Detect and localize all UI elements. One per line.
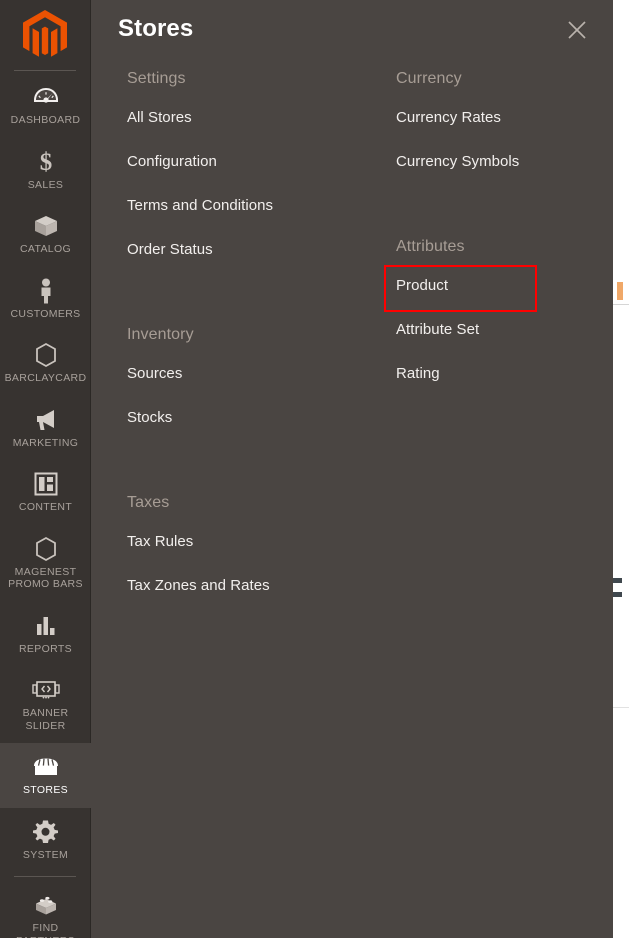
menu-group-title: Settings bbox=[127, 70, 186, 87]
menu-column-right: Currency Currency Rates Currency Symbols… bbox=[384, 62, 597, 396]
sidebar-item-label: SYSTEM bbox=[22, 848, 69, 861]
dollar-icon: $ bbox=[35, 149, 57, 175]
menu-link-stocks[interactable]: Stocks bbox=[118, 396, 368, 440]
sidebar-item-sales[interactable]: $ SALES bbox=[0, 138, 91, 203]
sidebar-item-system[interactable]: SYSTEM bbox=[0, 808, 91, 873]
menu-link-tax-zones-and-rates[interactable]: Tax Zones and Rates bbox=[118, 564, 368, 608]
menu-group-title: Currency bbox=[396, 70, 462, 87]
panel-header: Stores bbox=[91, 0, 613, 62]
hexagon-icon bbox=[34, 536, 58, 562]
person-icon bbox=[36, 278, 56, 304]
menu-link-sources[interactable]: Sources bbox=[118, 352, 368, 396]
sidebar-item-label: CATALOG bbox=[19, 243, 72, 255]
svg-text:$: $ bbox=[39, 149, 52, 175]
sidebar-item-label: CONTENT bbox=[18, 501, 73, 513]
menu-link-all-stores[interactable]: All Stores bbox=[118, 96, 368, 140]
layout-icon bbox=[34, 471, 58, 497]
megaphone-icon bbox=[33, 407, 59, 433]
blocks-icon bbox=[33, 892, 59, 918]
menu-link-configuration[interactable]: Configuration bbox=[118, 140, 368, 184]
sidebar-item-label: DASHBOARD bbox=[10, 114, 81, 126]
background-fragment bbox=[612, 304, 629, 305]
background-fragment bbox=[612, 707, 629, 708]
menu-link-currency-rates[interactable]: Currency Rates bbox=[387, 96, 597, 140]
menu-column-left: Settings All Stores Configuration Terms … bbox=[118, 62, 368, 608]
menu-link-order-status[interactable]: Order Status bbox=[118, 228, 368, 272]
sidebar-item-label: REPORTS bbox=[18, 642, 73, 655]
close-icon[interactable] bbox=[561, 14, 593, 46]
menu-link-product[interactable]: Product bbox=[384, 264, 597, 312]
box-icon bbox=[33, 213, 59, 239]
hexagon-icon bbox=[34, 342, 58, 368]
menu-group-currency: Currency Currency Rates Currency Symbols bbox=[387, 62, 597, 184]
background-page-sliver bbox=[612, 0, 629, 938]
sidebar-item-dashboard[interactable]: DASHBOARD bbox=[0, 73, 91, 138]
menu-group-title: Inventory bbox=[127, 326, 194, 343]
sidebar-item-label: CUSTOMERS bbox=[10, 307, 81, 320]
sidebar-item-label: MARKETING bbox=[12, 436, 79, 449]
sidebar-item-customers[interactable]: CUSTOMERS bbox=[0, 267, 91, 332]
sidebar-item-content[interactable]: CONTENT bbox=[0, 460, 91, 525]
sidebar-item-label: MAGENEST PROMO BARS bbox=[8, 565, 83, 591]
sidebar-item-label: FIND PARTNERS & EXTENSIONS bbox=[16, 922, 75, 938]
menu-link-attribute-set[interactable]: Attribute Set bbox=[387, 308, 597, 352]
background-fragment bbox=[617, 282, 623, 300]
menu-group-title: Attributes bbox=[396, 238, 465, 255]
magento-logo[interactable] bbox=[0, 0, 90, 70]
store-icon bbox=[33, 754, 59, 780]
sidebar-item-barclaycard[interactable]: BARCLAYCARD bbox=[0, 331, 91, 396]
sidebar-item-marketing[interactable]: MARKETING bbox=[0, 396, 91, 461]
menu-link-currency-symbols[interactable]: Currency Symbols bbox=[387, 140, 597, 184]
menu-link-tax-rules[interactable]: Tax Rules bbox=[118, 520, 368, 564]
background-fragment bbox=[613, 592, 622, 597]
sidebar-item-label: STORES bbox=[22, 784, 69, 796]
page-title: Stores bbox=[118, 15, 194, 42]
sidebar-item-label: BANNER SLIDER bbox=[22, 707, 69, 732]
dashboard-icon bbox=[33, 84, 59, 110]
sidebar-item-stores[interactable]: STORES bbox=[0, 743, 91, 808]
sidebar-item-magenest-promo-bars[interactable]: MAGENEST PROMO BARS bbox=[0, 525, 91, 602]
sidebar-item-banner-slider[interactable]: BANNER SLIDER bbox=[0, 666, 91, 743]
menu-group-settings: Settings All Stores Configuration Terms … bbox=[118, 62, 368, 272]
menu-group-inventory: Inventory Sources Stocks bbox=[118, 318, 368, 440]
stores-flyout-panel: Stores Settings All Stores Configuration… bbox=[91, 0, 613, 938]
sidebar-divider bbox=[14, 70, 76, 71]
sidebar-item-label: BARCLAYCARD bbox=[4, 372, 87, 384]
bar-chart-icon bbox=[34, 613, 58, 639]
sidebar-item-reports[interactable]: REPORTS bbox=[0, 602, 91, 667]
menu-link-terms-and-conditions[interactable]: Terms and Conditions bbox=[118, 184, 368, 228]
sidebar-item-label: SALES bbox=[27, 178, 64, 191]
sidebar-item-find-partners-extensions[interactable]: FIND PARTNERS & EXTENSIONS bbox=[0, 881, 91, 938]
menu-group-title: Taxes bbox=[127, 494, 170, 511]
menu-group-taxes: Taxes Tax Rules Tax Zones and Rates bbox=[118, 486, 368, 608]
menu-group-attributes: Attributes Product Attribute Set Rating bbox=[384, 230, 597, 396]
sidebar-item-catalog[interactable]: CATALOG bbox=[0, 202, 91, 267]
admin-sidebar: DASHBOARD $ SALES CATALOG CUSTOMERS BARC… bbox=[0, 0, 91, 938]
carousel-icon bbox=[31, 677, 60, 703]
app-root: DASHBOARD $ SALES CATALOG CUSTOMERS BARC… bbox=[0, 0, 629, 938]
gear-icon bbox=[33, 819, 58, 845]
background-fragment bbox=[613, 578, 622, 583]
menu-link-rating[interactable]: Rating bbox=[387, 352, 597, 396]
sidebar-divider bbox=[14, 876, 76, 877]
